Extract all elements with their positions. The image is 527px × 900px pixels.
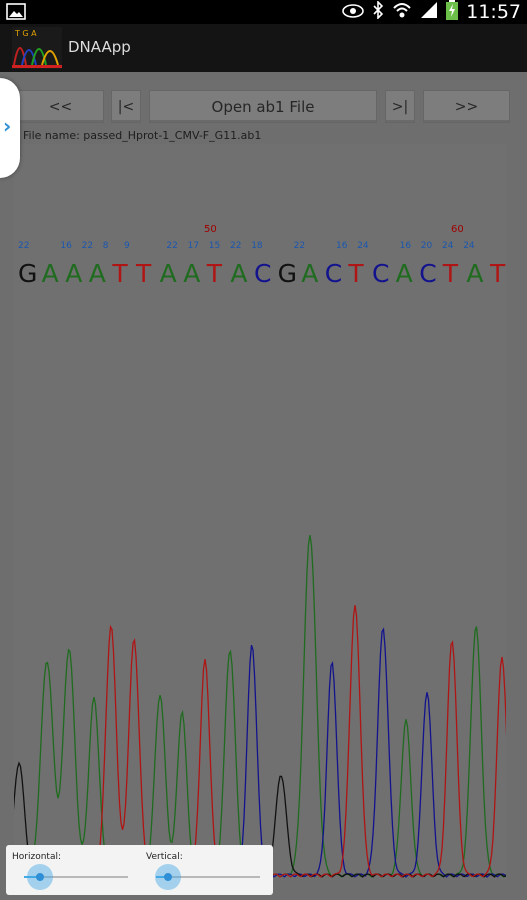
quality-score: 22 bbox=[82, 241, 93, 251]
action-bar: T G A DNAApp bbox=[0, 24, 527, 72]
app-title: DNAApp bbox=[68, 38, 131, 56]
bluetooth-icon bbox=[372, 0, 384, 23]
base-letter: G bbox=[18, 259, 37, 288]
base-letter: T bbox=[111, 259, 128, 288]
horizontal-zoom-slider[interactable] bbox=[26, 864, 53, 890]
base-letter: A bbox=[301, 259, 318, 288]
drawer-handle[interactable]: › bbox=[0, 78, 20, 178]
position-marker: 50 bbox=[204, 224, 217, 235]
file-name-label: File name: passed_Hprot-1_CMV-F_G11.ab1 bbox=[23, 129, 262, 142]
base-letter: A bbox=[160, 259, 177, 288]
chevron-right-icon: › bbox=[3, 114, 12, 138]
base-letter: A bbox=[396, 259, 413, 288]
vertical-zoom-label: Vertical: bbox=[146, 852, 183, 862]
base-letter: G bbox=[278, 259, 297, 288]
base-letter: T bbox=[135, 259, 152, 288]
base-letter: T bbox=[206, 259, 223, 288]
status-bar: 11:57 bbox=[0, 0, 527, 24]
wifi-icon bbox=[392, 1, 412, 23]
quality-score: 9 bbox=[124, 241, 130, 251]
base-letter: A bbox=[466, 259, 483, 288]
base-letter: C bbox=[419, 259, 436, 288]
base-letter: C bbox=[254, 259, 271, 288]
svg-text:T G A: T G A bbox=[14, 29, 37, 38]
last-page-button[interactable]: >> bbox=[423, 90, 510, 123]
quality-score: 15 bbox=[209, 241, 220, 251]
quality-score: 22 bbox=[294, 241, 305, 251]
open-ab1-file-button[interactable]: Open ab1 File bbox=[149, 90, 377, 123]
first-page-button[interactable]: << bbox=[17, 90, 104, 123]
quality-score: 24 bbox=[442, 241, 454, 251]
quality-score: 24 bbox=[357, 241, 369, 251]
trace-c bbox=[14, 627, 506, 878]
signal-icon bbox=[420, 1, 438, 23]
base-letter: A bbox=[42, 259, 59, 288]
horizontal-zoom-label: Horizontal: bbox=[12, 852, 61, 862]
status-time: 11:57 bbox=[466, 1, 521, 23]
main-content: << |< Open ab1 File >| >> File name: pas… bbox=[0, 72, 527, 900]
quality-score: 22 bbox=[18, 241, 29, 251]
quality-score: 20 bbox=[421, 241, 433, 251]
eye-icon bbox=[342, 3, 365, 22]
quality-score: 16 bbox=[60, 241, 72, 251]
base-letter: T bbox=[489, 259, 506, 288]
quality-score: 17 bbox=[188, 241, 199, 251]
chromatogram-svg: G A A A T T A A T A C G A C T C A C T A T22 16 22 8 9 22 17 15 22 18 2… bbox=[14, 224, 506, 878]
quality-score: 8 bbox=[103, 241, 109, 251]
base-letter: C bbox=[372, 259, 389, 288]
position-marker: 60 bbox=[451, 224, 464, 235]
previous-button[interactable]: |< bbox=[111, 90, 141, 123]
base-letter: T bbox=[442, 259, 459, 288]
quality-score: 18 bbox=[251, 241, 263, 251]
chromatogram-view[interactable]: G A A A T T A A T A C G A C T C A C T A T 22 16 22 8 9 22 17 15 22 18 2… bbox=[14, 144, 506, 880]
gallery-icon bbox=[6, 3, 26, 24]
base-letter: C bbox=[325, 259, 342, 288]
quality-score: 22 bbox=[230, 241, 241, 251]
base-letter: A bbox=[183, 259, 200, 288]
zoom-panel: Horizontal: Vertical: bbox=[6, 845, 273, 895]
battery-charging-icon bbox=[446, 0, 459, 24]
base-letter: A bbox=[89, 259, 106, 288]
quality-score: 24 bbox=[463, 241, 475, 251]
quality-score: 16 bbox=[400, 241, 412, 251]
dna-logo-icon[interactable]: T G A bbox=[12, 27, 62, 69]
quality-score: 16 bbox=[336, 241, 348, 251]
base-letter: A bbox=[65, 259, 82, 288]
quality-score: 22 bbox=[166, 241, 177, 251]
base-letter: T bbox=[347, 259, 364, 288]
trace-t bbox=[14, 605, 506, 878]
next-button[interactable]: >| bbox=[385, 90, 415, 123]
vertical-zoom-slider[interactable] bbox=[155, 864, 182, 890]
base-letter: A bbox=[230, 259, 247, 288]
